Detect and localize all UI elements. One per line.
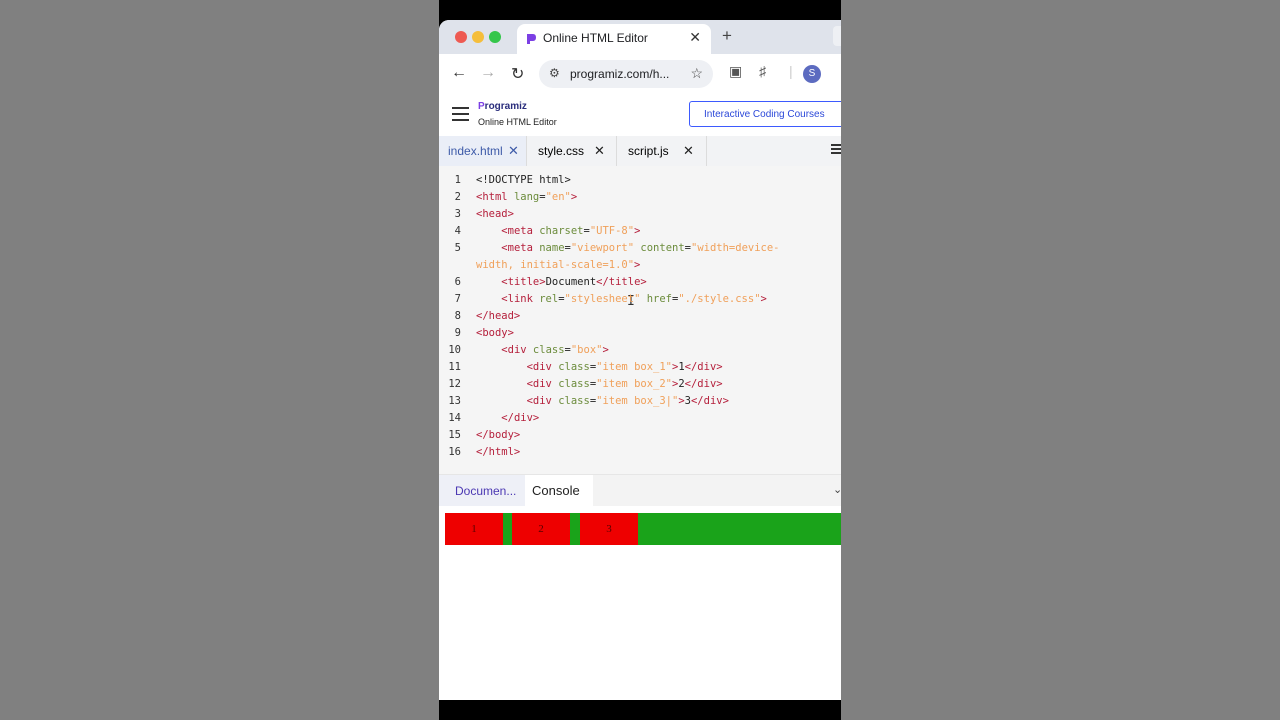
bookmark-star-icon[interactable]: ☆ xyxy=(690,65,703,82)
maximize-window-button[interactable] xyxy=(489,31,501,43)
line-number: 2 xyxy=(454,191,461,203)
tab-strip: Online HTML Editor ✕ + xyxy=(439,20,841,54)
code-text: <div class="item box_2">2</div> xyxy=(526,378,723,390)
tab-divider xyxy=(526,136,527,166)
code-text: <html lang="en"> xyxy=(476,191,578,203)
code-text: width, initial-scale=1.0"> xyxy=(476,259,641,271)
interactive-courses-button[interactable]: Interactive Coding Courses xyxy=(689,101,841,127)
back-arrow-icon[interactable]: ← xyxy=(451,64,467,82)
line-number: 15 xyxy=(448,429,461,441)
toolbar-divider: | xyxy=(789,63,793,79)
code-text: </div> xyxy=(501,412,540,424)
tab-label: script.js xyxy=(628,144,669,158)
line-number: 7 xyxy=(454,293,461,305)
address-bar[interactable]: ⚙ programiz.com/h... ☆ xyxy=(539,60,713,88)
line-number: 13 xyxy=(448,395,461,407)
tab-document-output[interactable]: Documen... xyxy=(439,475,525,507)
line-number: 1 xyxy=(454,174,461,186)
video-letterbox-left xyxy=(0,0,439,720)
file-tabs: index.html ✕ style.css ✕ script.js ✕ xyxy=(439,136,841,167)
code-text: <meta name="viewport" content="width=dev… xyxy=(501,242,780,254)
code-text: <link rel="stylesheet" href="./style.css… xyxy=(501,293,767,305)
site-header: Programiz Online HTML Editor Interactive… xyxy=(439,94,841,137)
tab-style-css[interactable]: style.css ✕ xyxy=(529,136,616,166)
code-text: <div class="item box_1">1</div> xyxy=(526,361,723,373)
close-icon[interactable]: ✕ xyxy=(594,136,605,166)
profile-avatar[interactable]: S xyxy=(803,65,821,83)
browser-tab-title: Online HTML Editor xyxy=(543,31,648,45)
line-number: 14 xyxy=(448,412,461,424)
tab-script-js[interactable]: script.js ✕ xyxy=(619,136,706,166)
code-editor[interactable]: I 1 <!DOCTYPE html> 2 <html lang="en"> 3 <hea… xyxy=(439,166,841,474)
line-number: 10 xyxy=(448,344,461,356)
tab-label: style.css xyxy=(538,144,585,158)
close-tab-icon[interactable]: ✕ xyxy=(689,29,701,46)
close-icon[interactable]: ✕ xyxy=(683,136,694,166)
line-number: 12 xyxy=(448,378,461,390)
line-number: 8 xyxy=(454,310,461,322)
tab-divider xyxy=(616,136,617,166)
close-icon[interactable]: ✕ xyxy=(508,136,519,166)
preview-flex-box: 123 xyxy=(445,513,841,545)
line-number: 9 xyxy=(454,327,461,339)
reload-icon[interactable]: ↻ xyxy=(511,64,524,84)
preview-item-box: 1 xyxy=(445,513,503,545)
close-window-button[interactable] xyxy=(455,31,467,43)
line-number: 6 xyxy=(454,276,461,288)
site-settings-icon[interactable]: ⚙ xyxy=(549,66,560,80)
tab-index-html[interactable]: index.html ✕ xyxy=(439,136,526,166)
hamburger-menu-icon[interactable] xyxy=(452,107,469,121)
tab-search-button[interactable] xyxy=(833,26,841,46)
code-text: <meta charset="UTF-8"> xyxy=(501,225,641,237)
preview-item-box: 3 xyxy=(580,513,638,545)
code-text: <title>Document</title> xyxy=(501,276,647,288)
line-number: 5 xyxy=(454,242,461,254)
programiz-favicon-icon xyxy=(527,34,536,44)
line-number: 16 xyxy=(448,446,461,458)
forward-arrow-icon[interactable]: → xyxy=(480,64,496,82)
preview-item-box: 2 xyxy=(512,513,570,545)
code-text: </body> xyxy=(476,429,521,441)
url-text: programiz.com/h... xyxy=(570,67,670,81)
editor-subtitle: Online HTML Editor xyxy=(478,117,557,127)
code-text: </html> xyxy=(476,446,521,458)
code-text: <div class="item box_3|">3</div> xyxy=(526,395,729,407)
programiz-logo[interactable]: Programiz xyxy=(478,101,527,112)
editor-menu-icon[interactable] xyxy=(831,144,841,156)
minimize-window-button[interactable] xyxy=(472,31,484,43)
code-text: <div class="box"> xyxy=(501,344,609,356)
tab-divider xyxy=(706,136,707,166)
screen-cast-icon[interactable]: ▣ xyxy=(729,63,742,80)
tab-console[interactable]: Console xyxy=(525,475,593,507)
browser-tab[interactable]: Online HTML Editor ✕ xyxy=(517,24,711,54)
line-number: 3 xyxy=(454,208,461,220)
output-preview: 123 xyxy=(439,506,841,700)
extensions-puzzle-icon[interactable]: ♯ xyxy=(759,63,766,79)
new-tab-button[interactable]: + xyxy=(722,26,732,46)
code-text: <!DOCTYPE html> xyxy=(476,174,571,186)
video-letterbox-right xyxy=(841,0,1280,720)
code-text: <head> xyxy=(476,208,514,220)
output-tabs: Documen... Console ⌄ xyxy=(439,474,841,507)
code-text: <body> xyxy=(476,327,514,339)
line-number: 11 xyxy=(448,361,461,373)
browser-window: Online HTML Editor ✕ + ← → ↻ ⚙ programiz… xyxy=(439,20,841,700)
line-number: 4 xyxy=(454,225,461,237)
browser-toolbar: ← → ↻ ⚙ programiz.com/h... ☆ ▣ ♯ | S xyxy=(439,54,841,94)
code-text: </head> xyxy=(476,310,521,322)
tab-label: index.html xyxy=(448,144,503,158)
chevron-down-icon[interactable]: ⌄ xyxy=(833,483,841,496)
